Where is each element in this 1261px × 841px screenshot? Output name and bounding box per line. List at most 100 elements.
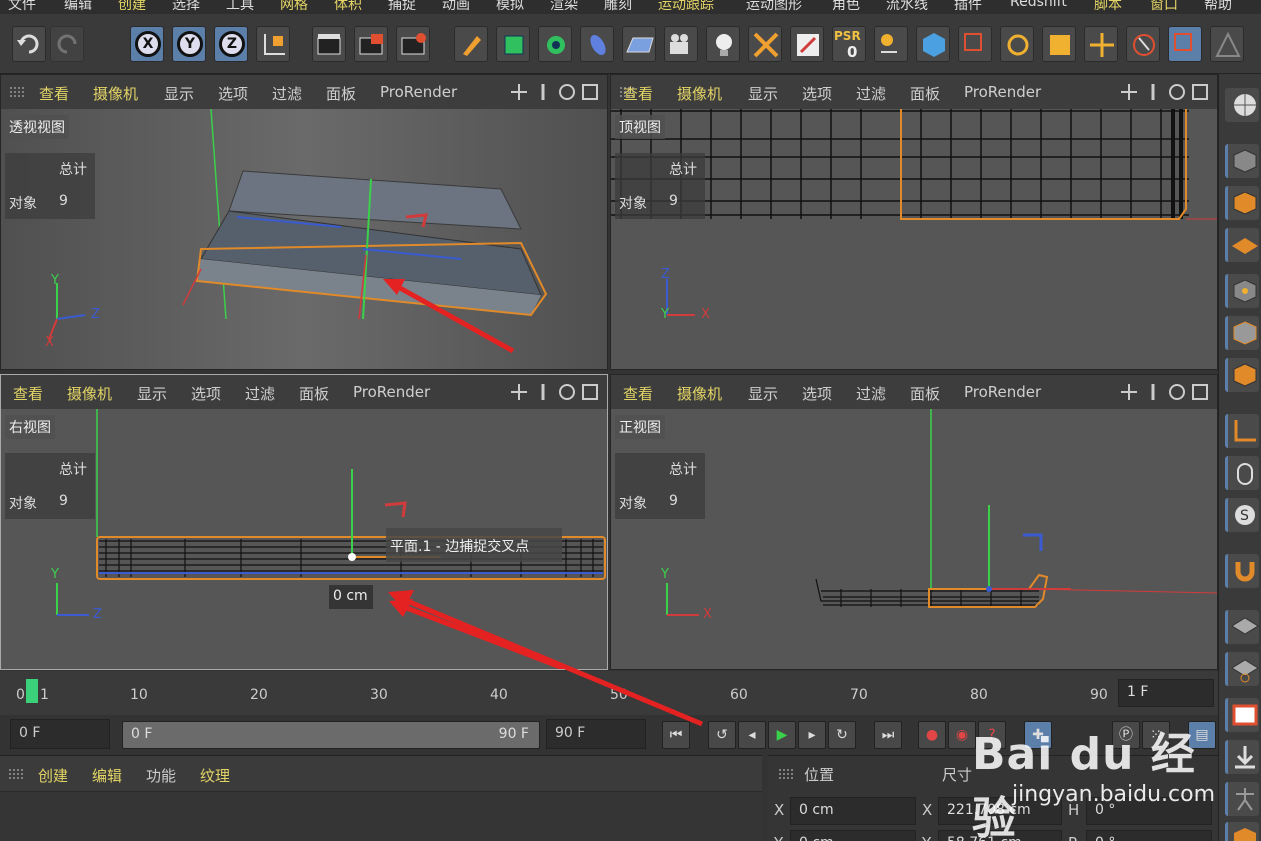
viewport-menu-view[interactable]: 查看	[623, 83, 653, 104]
y-axis-lock-button[interactable]: Y	[172, 26, 206, 62]
live-select-button[interactable]	[1126, 26, 1160, 62]
key-param-button[interactable]: Ⓟ	[1112, 721, 1140, 749]
viewport-menu-panel[interactable]: 面板	[299, 383, 329, 404]
cube-button[interactable]	[916, 26, 950, 62]
texture-mode-button[interactable]	[1225, 186, 1259, 220]
playhead[interactable]	[26, 679, 38, 703]
viewport-menu-view[interactable]: 查看	[13, 383, 43, 404]
xyz-button[interactable]	[874, 26, 908, 62]
camera-button[interactable]	[664, 26, 698, 62]
record-active-button[interactable]: ●	[918, 721, 946, 749]
viewport-menu-display[interactable]: 显示	[748, 383, 778, 404]
character-button[interactable]	[1225, 782, 1259, 816]
edges-mode-button[interactable]	[1225, 316, 1259, 350]
viewport-menu-view[interactable]: 查看	[623, 383, 653, 404]
rotate-button[interactable]	[1000, 26, 1034, 62]
psr-button[interactable]: PSR 0	[832, 26, 866, 62]
keyframe-selection-button[interactable]: ?	[978, 721, 1006, 749]
viewport-menu-panel[interactable]: 面板	[326, 83, 356, 104]
menu-file[interactable]: 文件	[8, 0, 36, 14]
viewport-menu-filter[interactable]: 过滤	[272, 83, 302, 104]
panel-grip-icon[interactable]	[9, 86, 25, 98]
coordinate-system-button[interactable]	[256, 26, 290, 62]
timeline-window-button[interactable]: ▤	[1188, 721, 1216, 749]
viewport-menu-options[interactable]: 选项	[191, 383, 221, 404]
menu-mograph[interactable]: 运动图形	[746, 0, 802, 14]
floor-button[interactable]	[622, 26, 656, 62]
menu-volume[interactable]: 体积	[334, 0, 362, 14]
solo-button[interactable]: S	[1225, 498, 1259, 532]
lock-workplane-button[interactable]	[1225, 610, 1259, 644]
menu-character[interactable]: 角色	[832, 0, 860, 14]
viewport-nav-icon[interactable]	[509, 382, 599, 402]
viewport-menu-camera[interactable]: 摄像机	[67, 383, 112, 404]
redo-button[interactable]	[50, 26, 84, 62]
viewport-menu-display[interactable]: 显示	[137, 383, 167, 404]
viewport-menu-prorender[interactable]: ProRender	[964, 383, 1041, 401]
polygons-mode-button[interactable]	[1225, 358, 1259, 392]
viewport-front[interactable]: 查看 摄像机 显示 选项 过滤 面板 ProRender 正视图 总计 对象 9…	[610, 374, 1218, 670]
render-view-button[interactable]	[312, 26, 346, 62]
menu-sculpt[interactable]: 雕刻	[604, 0, 632, 14]
go-to-start-button[interactable]: ⏮	[662, 721, 690, 749]
menu-help[interactable]: 帮助	[1204, 0, 1232, 14]
material-menu-function[interactable]: 功能	[146, 765, 176, 786]
bend-button[interactable]	[790, 26, 824, 62]
render-globe-button[interactable]	[1225, 88, 1259, 122]
x-axis-lock-button[interactable]: X	[130, 26, 164, 62]
viewport-menu-options[interactable]: 选项	[218, 83, 248, 104]
snap-button[interactable]	[1225, 554, 1259, 588]
cube-primitive-button[interactable]	[496, 26, 530, 62]
viewport-menu-prorender[interactable]: ProRender	[964, 83, 1041, 101]
viewport-canvas[interactable]: 透视视图 总计 对象 9 Y Z X	[1, 109, 607, 369]
import-button[interactable]	[1225, 740, 1259, 774]
render-settings-button[interactable]	[396, 26, 430, 62]
menu-plugins[interactable]: 插件	[954, 0, 982, 14]
h-rotation-field[interactable]: 0 °	[1086, 797, 1212, 825]
play-button[interactable]: ▶	[768, 721, 796, 749]
menu-select[interactable]: 选择	[172, 0, 200, 14]
menu-script[interactable]: 脚本	[1094, 0, 1122, 14]
timeline[interactable]: 0 1 10 20 30 40 50 60 70 80 90 1 F	[0, 671, 1218, 715]
workplane-align-button[interactable]	[1225, 652, 1259, 686]
frame-range-slider[interactable]: 0 F 90 F	[122, 721, 540, 749]
viewport-menu-filter[interactable]: 过滤	[856, 383, 886, 404]
menu-window[interactable]: 窗口	[1150, 0, 1178, 14]
key-position-button[interactable]: ✚	[1024, 721, 1052, 749]
select-rect-button[interactable]	[958, 26, 992, 62]
viewport-menu-camera[interactable]: 摄像机	[677, 383, 722, 404]
y-size-field[interactable]: 58.761 cm	[938, 830, 1062, 841]
viewport-nav-icon[interactable]	[1119, 82, 1209, 102]
menu-animate[interactable]: 动画	[442, 0, 470, 14]
viewport-canvas[interactable]: 正视图 总计 对象 9 Y X	[611, 409, 1217, 669]
model-mode-button[interactable]	[1225, 144, 1259, 178]
viewport-menu-camera[interactable]: 摄像机	[677, 83, 722, 104]
frame-step-field[interactable]: 1 F	[1118, 679, 1214, 707]
previous-frame-button[interactable]: ◂	[738, 721, 766, 749]
viewport-perspective[interactable]: 查看 摄像机 显示 选项 过滤 面板 ProRender 透视视图 总计 对象 …	[0, 74, 608, 370]
p-rotation-field[interactable]: 0 °	[1086, 830, 1212, 841]
viewport-menu-display[interactable]: 显示	[748, 83, 778, 104]
key-grid-button[interactable]: ⁙	[1142, 721, 1170, 749]
auto-key-button[interactable]: ◉	[948, 721, 976, 749]
viewport-menu-filter[interactable]: 过滤	[856, 83, 886, 104]
menu-simulate[interactable]: 模拟	[496, 0, 524, 14]
z-axis-lock-button[interactable]: Z	[214, 26, 248, 62]
panel-grip-icon[interactable]	[8, 768, 24, 780]
start-frame-field[interactable]: 0 F	[10, 719, 110, 749]
cube-extra-button[interactable]	[1225, 822, 1259, 841]
next-frame-button[interactable]: ▸	[798, 721, 826, 749]
light-button[interactable]	[706, 26, 740, 62]
menu-snap[interactable]: 捕捉	[388, 0, 416, 14]
previous-key-button[interactable]: ↺	[708, 721, 736, 749]
rect-select-button[interactable]	[1168, 26, 1202, 62]
viewport-menu-prorender[interactable]: ProRender	[353, 383, 430, 401]
panel-grip-icon[interactable]	[778, 768, 794, 780]
menu-redshift[interactable]: Redshift	[1010, 0, 1067, 10]
undo-button[interactable]	[12, 26, 46, 62]
axis-mode-button[interactable]	[1225, 414, 1259, 448]
material-menu-edit[interactable]: 编辑	[92, 765, 122, 786]
viewport-menu-filter[interactable]: 过滤	[245, 383, 275, 404]
viewport-menu-prorender[interactable]: ProRender	[380, 83, 457, 101]
viewport-nav-icon[interactable]	[1119, 382, 1209, 402]
